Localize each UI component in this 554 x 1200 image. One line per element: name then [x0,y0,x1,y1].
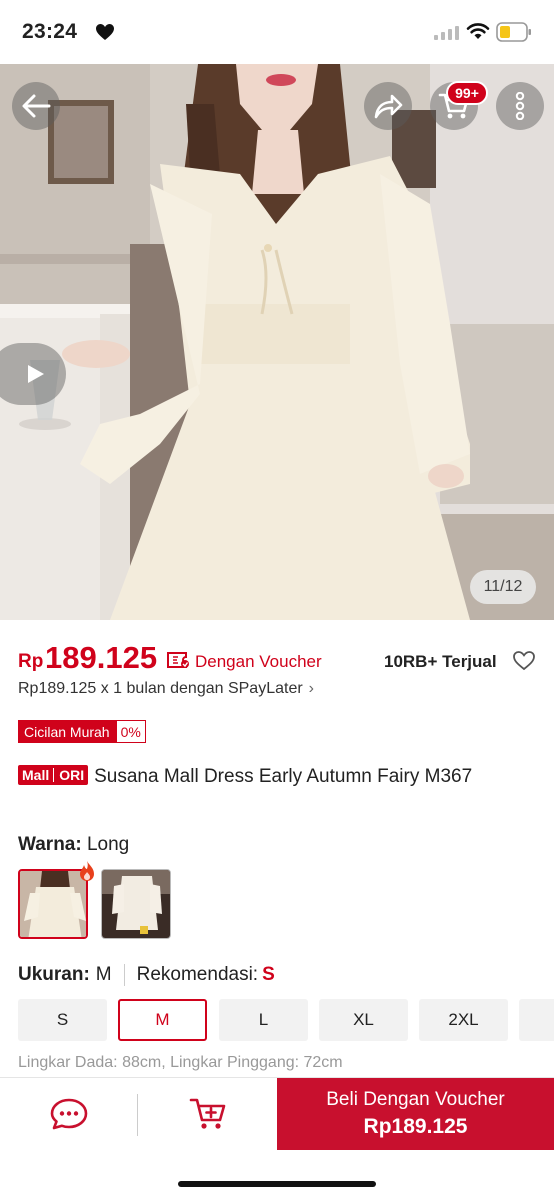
product-title-block: Mall ORI Susana Mall Dress Early Autumn … [18,764,538,790]
price-currency: Rp [18,651,44,672]
fire-hot-icon [80,861,94,881]
size-option-3xl[interactable]: 3 [519,999,554,1041]
play-icon [28,365,44,383]
color-variant-heading: Warna: Long [18,834,129,856]
variant-thumbnail [102,870,170,938]
more-button[interactable] [496,82,544,130]
spaylater-text: Rp189.125 x 1 bulan dengan SPayLater [18,680,303,697]
cellular-signal-icon [434,26,459,40]
product-title: Susana Mall Dress Early Autumn Fairy M36… [94,766,473,787]
warna-label: Warna: [18,834,82,855]
home-indicator [178,1181,376,1187]
mall-ori-badge: Mall ORI [18,765,89,785]
cart-count-badge: 99+ [446,81,488,105]
size-option-m[interactable]: M [118,999,207,1041]
cicilan-badge: Cicilan Murah 0% [18,720,146,743]
rekomendasi-label: Rekomendasi: [136,964,259,985]
back-arrow-icon [22,94,51,118]
status-bar: 23:24 [0,0,554,64]
size-heading: Ukuran: M Rekomendasi: S [18,964,275,986]
image-counter: 11/12 [470,570,536,604]
cicilan-rate: 0% [115,720,146,743]
rekomendasi-value: S [262,964,275,985]
voucher-label: Dengan Voucher [195,652,322,671]
share-button[interactable] [364,82,412,130]
mall-badge-label: Mall [18,765,54,785]
sold-count: 10RB+ Terjual [384,652,497,671]
more-vertical-icon [515,92,525,120]
size-options: S M L XL 2XL 3 [18,999,554,1041]
spaylater-row[interactable]: Rp189.125 x 1 bulan dengan SPayLater › [18,680,314,698]
size-option-l[interactable]: L [219,999,308,1041]
add-to-cart-button[interactable] [138,1078,277,1150]
buy-with-voucher-button[interactable]: Beli Dengan Voucher Rp189.125 [277,1078,554,1150]
size-option-xl[interactable]: XL [319,999,408,1041]
cicilan-label: Cicilan Murah [18,720,116,743]
ukuran-value: M [95,964,112,985]
wishlist-heart-icon[interactable] [512,650,536,671]
price-amount: 189.125 [45,640,158,675]
wifi-icon [466,23,490,39]
size-option-s[interactable]: S [18,999,107,1041]
add-to-cart-icon [189,1098,225,1129]
variant-swatch-short[interactable] [101,869,171,939]
voucher-icon [167,652,189,668]
chat-icon [50,1098,88,1130]
buy-button-label: Beli Dengan Voucher [326,1089,505,1110]
battery-icon [496,22,531,42]
chat-button[interactable] [0,1078,138,1150]
heart-status-icon [96,24,114,40]
product-image-carousel[interactable]: 99+ 11/12 [0,64,554,620]
status-time: 23:24 [22,20,78,43]
ukuran-label: Ukuran: [18,964,90,985]
size-measurement: Lingkar Dada: 88cm, Lingkar Pinggang: 72… [18,1054,343,1071]
ori-badge-label: ORI [55,765,89,785]
back-button[interactable] [12,82,60,130]
chevron-right-icon: › [308,680,314,697]
product-photo [0,64,554,620]
share-icon [374,94,403,119]
size-option-2xl[interactable]: 2XL [419,999,508,1041]
play-video-button[interactable] [0,343,66,405]
price-row: Rp 189.125 Dengan Voucher 10RB+ Terjual [18,640,538,676]
buy-button-price: Rp189.125 [363,1115,468,1138]
warna-value: Long [86,834,130,855]
